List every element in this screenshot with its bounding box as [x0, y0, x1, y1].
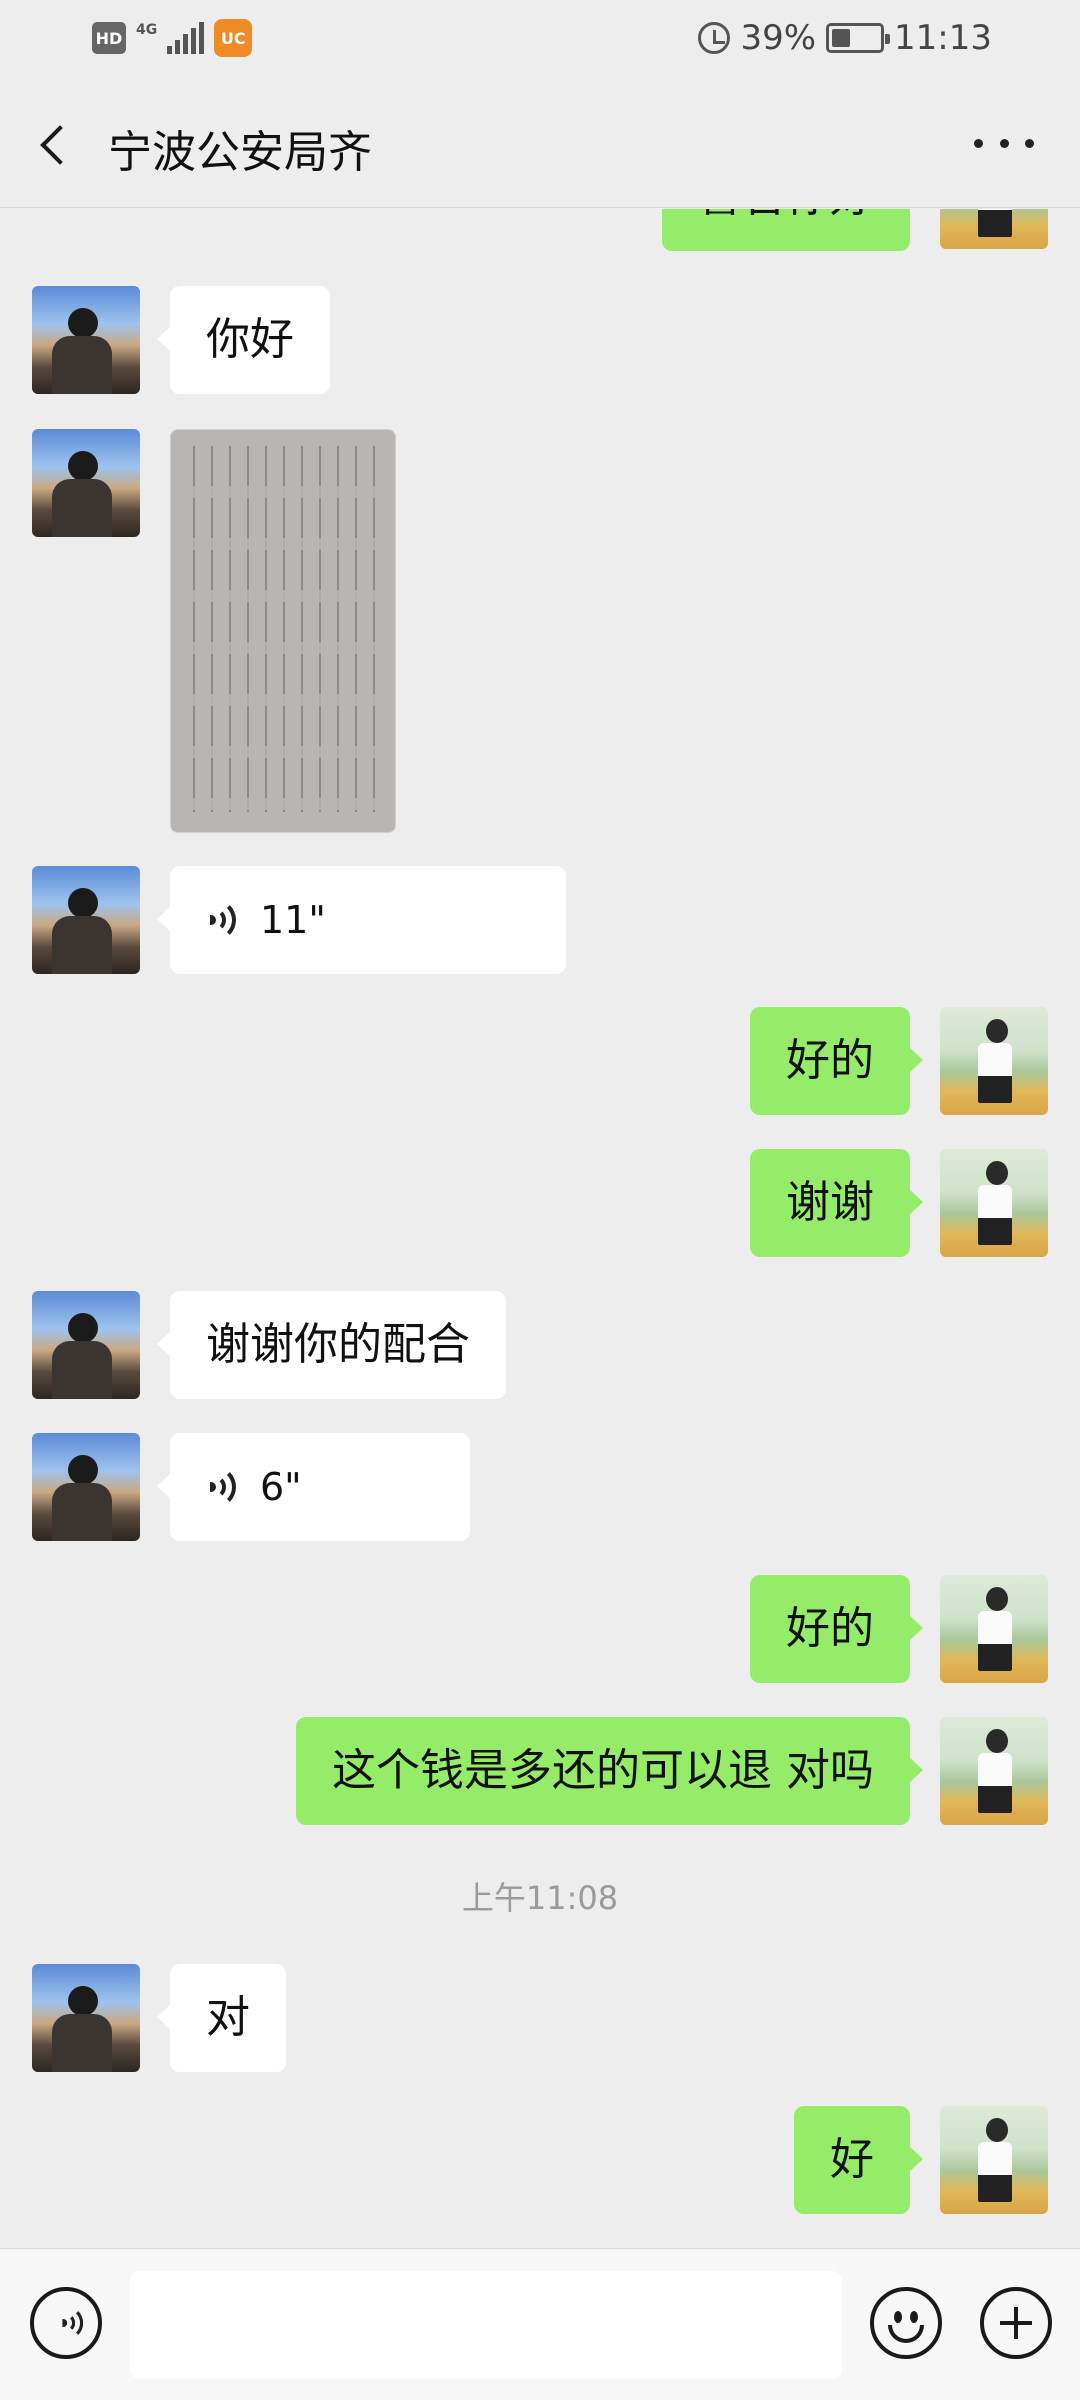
chat-header: 宁波公安局齐 — [0, 78, 1080, 208]
alarm-icon — [698, 22, 731, 54]
chat-title: 宁波公安局齐 — [108, 127, 372, 178]
voice-duration: 11" — [260, 898, 326, 942]
my-avatar[interactable] — [940, 2106, 1048, 2214]
status-left: HD 4G UC — [92, 18, 253, 58]
voice-wave-icon — [206, 898, 238, 942]
voice-wave-icon — [206, 1465, 238, 1509]
my-message-bubble[interactable]: 好的 — [750, 1575, 923, 1683]
message-input[interactable] — [130, 2271, 842, 2379]
my-message-bubble[interactable]: 这个钱是多还的可以退 对吗 — [296, 1717, 923, 1825]
document-photo-message[interactable] — [170, 429, 396, 833]
my-message-bubble[interactable]: 谢谢 — [750, 1149, 923, 1257]
contact-avatar[interactable] — [32, 286, 140, 394]
more-icon[interactable] — [974, 128, 1034, 158]
voice-message-bubble[interactable]: 6" — [157, 1433, 470, 1541]
battery-icon — [826, 23, 891, 53]
my-avatar[interactable] — [940, 1717, 1048, 1825]
contact-avatar[interactable] — [32, 1964, 140, 2072]
contact-avatar[interactable] — [32, 1433, 140, 1541]
my-avatar[interactable] — [940, 209, 1048, 249]
my-message-bubble[interactable]: 好的 — [750, 1007, 923, 1115]
contact-message-bubble[interactable]: 谢谢你的配合 — [157, 1291, 506, 1399]
message-list[interactable]: 警官你好 你好 11" 好的 谢谢 谢谢你的配合 6" 好的 这个钱是多还的可以… — [0, 209, 1080, 2248]
signal-icon — [167, 22, 205, 54]
contact-avatar[interactable] — [32, 429, 140, 537]
my-message-bubble[interactable]: 好 — [794, 2106, 923, 2214]
voice-duration: 6" — [260, 1465, 302, 1509]
contact-avatar[interactable] — [32, 866, 140, 974]
network-label: 4G — [136, 22, 158, 38]
contact-avatar[interactable] — [32, 1291, 140, 1399]
plus-icon[interactable] — [980, 2287, 1052, 2359]
battery-percent: 39% — [740, 18, 817, 58]
voice-toggle-icon[interactable] — [30, 2287, 102, 2359]
my-message-bubble[interactable]: 警官你好 — [662, 209, 910, 251]
hd-badge: HD — [92, 22, 126, 54]
uc-browser-icon: UC — [214, 19, 253, 57]
contact-message-bubble[interactable]: 对 — [157, 1964, 286, 2072]
my-avatar[interactable] — [940, 1575, 1048, 1683]
contact-message-bubble[interactable]: 你好 — [157, 286, 330, 394]
status-bar: HD 4G UC 39% 11:13 — [0, 0, 1080, 78]
back-icon[interactable] — [30, 113, 90, 173]
input-bar — [0, 2248, 1080, 2400]
clock: 11:13 — [894, 18, 992, 58]
status-right: 39% 11:13 — [698, 18, 992, 58]
emoji-icon[interactable] — [870, 2287, 942, 2359]
my-avatar[interactable] — [940, 1007, 1048, 1115]
my-avatar[interactable] — [940, 1149, 1048, 1257]
voice-message-bubble[interactable]: 11" — [157, 866, 566, 974]
timestamp-divider: 上午11:08 — [461, 1879, 619, 1917]
